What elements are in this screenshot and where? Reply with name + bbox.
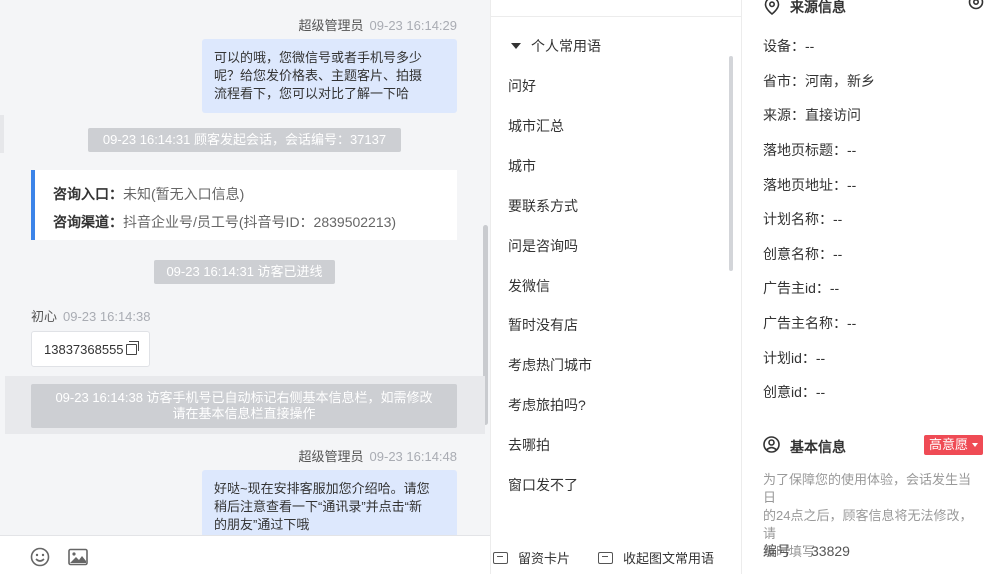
caret-down-icon — [511, 43, 521, 49]
collapse-phrases-label: 收起图文常用语 — [623, 551, 715, 566]
consult-entry-row: 咨询入口：未知(暂无入口信息) — [53, 180, 439, 208]
phrase-item[interactable]: 问是咨询吗 — [508, 236, 578, 256]
phrase-group-header[interactable]: 个人常用语 — [511, 36, 601, 56]
notice-line: 09-23 16:14:38 访客手机号已自动标记右侧基本信息栏，如需修改 — [55, 390, 433, 405]
source-info-row: 创意id：-- — [763, 384, 826, 400]
visitor-phone-message[interactable]: 13837368555 — [31, 331, 150, 367]
notice-line: 请在基本信息栏直接操作 — [172, 406, 316, 421]
source-info-row: 广告主名称：-- — [763, 315, 857, 331]
app-root: 超级管理员 09-23 16:14:29 可以的哦，您微信号或者手机号多少 呢？给… — [0, 0, 985, 574]
sender-name: 超级管理员 — [298, 18, 364, 33]
consult-entry-value: 未知(暂无入口信息) — [123, 186, 245, 202]
note-line: 为了保障您的使用体验，会话发生当日 — [763, 472, 972, 505]
intent-level-value: 高意愿 — [929, 437, 969, 452]
phrase-item[interactable]: 问好 — [508, 76, 536, 96]
consult-channel-label: 咨询渠道： — [53, 214, 123, 230]
system-notice: 09-23 16:14:31 访客已进线 — [154, 260, 335, 284]
source-info-title: 来源信息 — [790, 0, 846, 15]
visitor-phone-number: 13837368555 — [44, 342, 124, 357]
message-icon — [598, 552, 613, 564]
consult-entry-label: 咨询入口： — [53, 186, 123, 202]
caret-down-icon — [972, 443, 979, 447]
message-line: 流程看下，您可以对比了解一下哈 — [214, 86, 410, 101]
phrase-item[interactable]: 窗口发不了 — [508, 475, 578, 495]
user-icon — [763, 436, 780, 453]
location-pin-icon — [764, 0, 780, 15]
phrase-item[interactable]: 去哪拍 — [508, 435, 550, 455]
emoji-icon[interactable] — [30, 547, 50, 567]
sender-name: 超级管理员 — [298, 449, 364, 464]
system-notice: 09-23 16:14:31 顾客发起会话，会话编号：37137 — [88, 128, 401, 152]
message-time: 09-23 16:14:38 — [63, 309, 151, 324]
message-line: 稍后注意查看一下“通讯录”并点击“新 — [214, 499, 422, 514]
source-info-row: 创意名称：-- — [763, 246, 843, 262]
phrases-scrollbar[interactable] — [729, 56, 733, 271]
agent-message-bubble: 可以的哦，您微信号或者手机号多少 呢？给您发价格表、主题客片、拍摄 流程看下，您… — [202, 39, 457, 113]
phrase-item[interactable]: 城市 — [508, 156, 536, 176]
message-meta: 超级管理员 09-23 16:14:48 — [299, 446, 457, 465]
source-info-row: 落地页地址：-- — [763, 177, 857, 193]
source-info-row: 广告主id：-- — [763, 280, 840, 296]
phrase-item[interactable]: 发微信 — [508, 276, 550, 296]
source-info-row: 设备：-- — [763, 38, 815, 54]
chat-pane: 超级管理员 09-23 16:14:29 可以的哦，您微信号或者手机号多少 呢？给… — [0, 0, 490, 574]
intent-level-dropdown[interactable]: 高意愿 — [924, 435, 984, 455]
message-time: 09-23 16:14:29 — [369, 18, 457, 33]
collapse-phrases-button[interactable]: 收起图文常用语 — [598, 548, 714, 567]
visitor-info-pane: 来源信息 设备：-- 省市：河南，新乡 来源：直接访问 落地页标题：-- 落地页… — [742, 0, 985, 574]
phrase-item[interactable]: 要联系方式 — [508, 196, 578, 216]
divider — [491, 16, 741, 17]
chat-input-toolbar — [0, 535, 490, 574]
customer-id-value: 33829 — [811, 543, 850, 559]
source-info-row: 计划名称：-- — [763, 211, 843, 227]
customer-id-row: 编号 33829 — [763, 541, 850, 561]
card-icon — [493, 552, 508, 564]
phrase-item[interactable]: 考虑热门城市 — [508, 355, 592, 375]
message-line: 可以的哦，您微信号或者手机号多少 — [214, 50, 423, 65]
common-phrases-pane: 个人常用语 问好 城市汇总 城市 要联系方式 问是咨询吗 发微信 暂时没有店 考… — [490, 0, 742, 574]
lead-card-label: 留资卡片 — [518, 551, 571, 566]
system-notice: 09-23 16:14:38 访客手机号已自动标记右侧基本信息栏，如需修改 请在… — [31, 384, 457, 428]
phrase-group-title: 个人常用语 — [531, 38, 601, 54]
customer-id-label: 编号 — [763, 543, 791, 559]
basic-info-title: 基本信息 — [790, 439, 846, 455]
phrase-item[interactable]: 暂时没有店 — [508, 315, 578, 335]
message-meta: 超级管理员 09-23 16:14:29 — [299, 15, 457, 34]
message-time: 09-23 16:14:48 — [369, 449, 457, 464]
chat-left-tab — [0, 115, 4, 153]
phrase-item[interactable]: 考虑旅拍吗? — [508, 395, 586, 415]
agent-message-bubble: 好哒~现在安排客服加您介绍哈。请您 稍后注意查看一下“通讯录”并点击“新 的朋友… — [202, 470, 457, 544]
consult-channel-value: 抖音企业号/员工号(抖音号ID：2839502213) — [123, 214, 397, 230]
phrase-item[interactable]: 城市汇总 — [508, 116, 564, 136]
consult-channel-row: 咨询渠道：抖音企业号/员工号(抖音号ID：2839502213) — [53, 208, 439, 236]
source-info-row: 落地页标题：-- — [763, 142, 857, 158]
message-meta: 初心 09-23 16:14:38 — [31, 306, 150, 325]
settings-icon[interactable] — [968, 0, 984, 10]
copy-icon[interactable] — [125, 341, 139, 355]
sender-name: 初心 — [31, 309, 58, 324]
lead-card-button[interactable]: 留资卡片 — [493, 548, 570, 567]
message-line: 的朋友”通过下哦 — [214, 517, 310, 532]
message-line: 呢？给您发价格表、主题客片、拍摄 — [214, 68, 423, 83]
source-info-row: 计划id：-- — [763, 350, 826, 366]
source-info-row: 来源：直接访问 — [763, 107, 861, 123]
note-line: 的24点之后，顾客信息将无法修改，请 — [763, 508, 973, 541]
consult-source-card: 咨询入口：未知(暂无入口信息) 咨询渠道：抖音企业号/员工号(抖音号ID：283… — [31, 170, 457, 240]
message-line: 好哒~现在安排客服加您介绍哈。请您 — [214, 481, 430, 496]
source-info-row: 省市：河南，新乡 — [763, 73, 875, 89]
image-icon[interactable] — [68, 547, 88, 567]
